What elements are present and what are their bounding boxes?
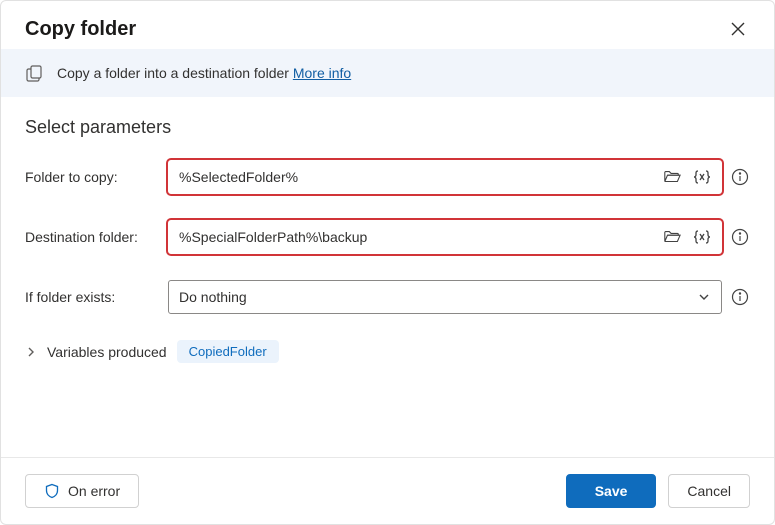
shield-icon <box>44 483 60 499</box>
variable-badge[interactable]: CopiedFolder <box>177 340 279 363</box>
variable-picker-button[interactable] <box>687 165 717 189</box>
help-if-exists[interactable] <box>730 287 750 307</box>
section-title: Select parameters <box>25 117 750 138</box>
label-destination: Destination folder: <box>25 229 160 245</box>
on-error-button[interactable]: On error <box>25 474 139 508</box>
close-button[interactable] <box>726 17 750 41</box>
row-destination: Destination folder: <box>25 220 750 254</box>
info-icon <box>731 288 749 306</box>
banner-text: Copy a folder into a destination folder … <box>57 65 351 81</box>
chevron-right-icon <box>25 346 37 358</box>
dialog-content: Select parameters Folder to copy: Destin… <box>1 97 774 457</box>
help-destination[interactable] <box>730 227 750 247</box>
label-if-exists: If folder exists: <box>25 289 160 305</box>
dropdown-toggle[interactable] <box>691 286 717 308</box>
variable-icon <box>693 229 711 245</box>
browse-folder-button[interactable] <box>657 165 687 189</box>
input-wrap-destination <box>168 220 722 254</box>
dialog-header: Copy folder <box>1 1 774 49</box>
folder-open-icon <box>663 169 681 185</box>
input-wrap-folder-to-copy <box>168 160 722 194</box>
dialog-title: Copy folder <box>25 18 136 41</box>
select-if-exists[interactable]: Do nothing <box>179 289 691 305</box>
save-button[interactable]: Save <box>566 474 657 508</box>
folder-open-icon <box>663 229 681 245</box>
variable-picker-destination-button[interactable] <box>687 225 717 249</box>
row-folder-to-copy: Folder to copy: <box>25 160 750 194</box>
copy-folder-icon <box>25 63 45 83</box>
variables-produced-label: Variables produced <box>47 344 167 360</box>
more-info-link[interactable]: More info <box>293 65 351 81</box>
close-icon <box>730 21 746 37</box>
info-icon <box>731 228 749 246</box>
help-folder-to-copy[interactable] <box>730 167 750 187</box>
select-wrap-if-exists[interactable]: Do nothing <box>168 280 722 314</box>
info-banner: Copy a folder into a destination folder … <box>1 49 774 97</box>
input-destination[interactable] <box>179 229 657 245</box>
cancel-button[interactable]: Cancel <box>668 474 750 508</box>
variable-icon <box>693 169 711 185</box>
row-if-exists: If folder exists: Do nothing <box>25 280 750 314</box>
variables-produced-row: Variables produced CopiedFolder <box>25 340 750 363</box>
info-icon <box>731 168 749 186</box>
dialog-footer: On error Save Cancel <box>1 457 774 524</box>
chevron-down-icon <box>697 290 711 304</box>
label-folder-to-copy: Folder to copy: <box>25 169 160 185</box>
variables-expand-toggle[interactable] <box>25 346 37 358</box>
input-folder-to-copy[interactable] <box>179 169 657 185</box>
browse-destination-button[interactable] <box>657 225 687 249</box>
